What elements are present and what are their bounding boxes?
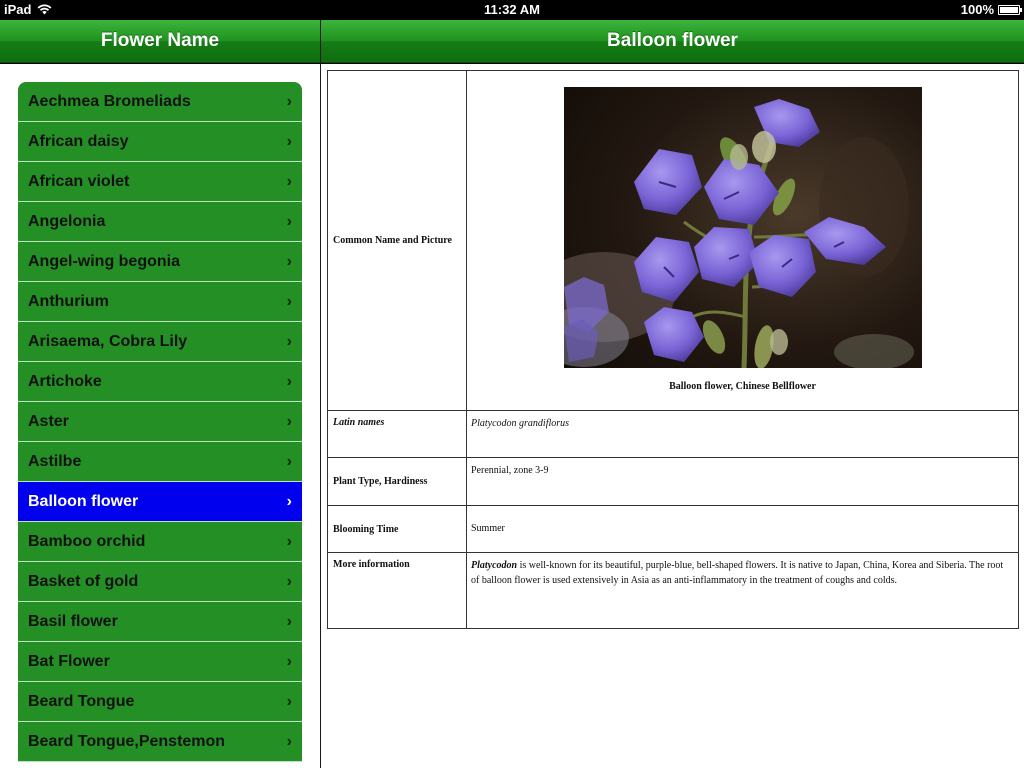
flower-list-pane[interactable]: Aechmea Bromeliads › African daisy › African… [0,64,320,768]
battery-icon [998,4,1022,15]
more-info-label: More information [327,552,467,629]
detail-title: Balloon flower [607,30,738,51]
chevron-right-icon: › [286,612,292,630]
flower-list-item-label: Arisaema, Cobra Lily [28,332,188,350]
chevron-right-icon: › [286,732,292,750]
flower-list-item-label: Beard Tongue [28,692,135,710]
flower-list-item[interactable]: Arisaema, Cobra Lily › [18,322,302,362]
chevron-right-icon: › [286,132,292,150]
table-row-latin: Latin names Platycodon grandiflorus [327,410,1019,458]
chevron-right-icon: › [286,572,292,590]
flower-list-item[interactable]: Beard Tongue › [18,682,302,722]
chevron-right-icon: › [286,172,292,190]
flower-list-item-label: Astilbe [28,452,82,470]
table-row-plant-type: Plant Type, Hardiness Perennial, zone 3-… [327,457,1019,506]
flower-list-item[interactable]: Basket of gold › [18,562,302,602]
chevron-right-icon: › [286,692,292,710]
table-row-blooming-time: Blooming Time Summer [327,505,1019,553]
latin-value-text: Platycodon grandiflorus [471,418,570,429]
flower-list-item-label: Artichoke [28,372,102,390]
chevron-right-icon: › [286,292,292,310]
chevron-right-icon: › [286,92,292,110]
latin-value: Platycodon grandiflorus [466,410,1019,458]
flower-list-item-label: Basket of gold [28,572,139,590]
picture-cell: Balloon flower, Chinese Bellflower [466,70,1019,411]
flower-list-item[interactable]: Artichoke › [18,362,302,402]
flower-list-item[interactable]: Aster › [18,402,302,442]
picture-caption: Balloon flower, Chinese Bellflower [669,381,816,392]
flower-list-item[interactable]: Astilbe › [18,442,302,482]
picture-label: Common Name and Picture [327,70,467,411]
latin-label-text: Latin names [333,417,385,428]
detail-nav-bar: Balloon flower [321,20,1024,63]
flower-list-item-label: Angel-wing begonia [28,252,180,270]
chevron-right-icon: › [286,452,292,470]
flower-list-item-label: Aechmea Bromeliads [28,92,191,110]
flower-info-table: Common Name and Picture Balloon flower, … [327,70,1019,629]
flower-list-item[interactable]: African daisy › [18,122,302,162]
flower-list-item-label: Balloon flower [28,492,139,510]
flower-list-item-label: Angelonia [28,212,106,230]
plant-type-value: Perennial, zone 3-9 [466,457,1019,506]
flower-list-item-label: Bat Flower [28,652,110,670]
table-row-picture: Common Name and Picture Balloon flower, … [327,70,1019,411]
flower-detail-pane: Common Name and Picture Balloon flower, … [321,64,1024,768]
flower-list-item-label: Aster [28,412,69,430]
flower-list: Aechmea Bromeliads › African daisy › African… [18,82,302,762]
blooming-time-label: Blooming Time [327,505,467,553]
flower-list-item[interactable]: Balloon flower › [18,482,302,522]
flower-list-item[interactable]: Basil flower › [18,602,302,642]
flower-list-item[interactable]: Angel-wing begonia › [18,242,302,282]
flower-list-item[interactable]: Anthurium › [18,282,302,322]
battery-level [1000,6,1018,13]
chevron-right-icon: › [286,492,292,510]
status-right: 100% [960,2,1022,17]
latin-label: Latin names [327,410,467,458]
plant-type-label: Plant Type, Hardiness [327,457,467,506]
chevron-right-icon: › [286,652,292,670]
flower-list-item[interactable]: Beard Tongue,Penstemon › [18,722,302,762]
flower-list-item[interactable]: Angelonia › [18,202,302,242]
more-info-text: is well-known for its beautiful, purple-… [471,560,1004,586]
battery-percent: 100% [960,2,994,17]
flower-list-item-label: Bamboo orchid [28,532,146,550]
flower-list-item-label: African violet [28,172,130,190]
master-nav-bar: Flower Name [0,20,320,63]
chevron-right-icon: › [286,372,292,390]
table-row-more-info: More information Platycodon is well-know… [327,552,1019,629]
flower-list-item-label: Basil flower [28,612,118,630]
flower-list-item-label: Beard Tongue,Penstemon [28,732,226,750]
flower-list-item[interactable]: Bamboo orchid › [18,522,302,562]
master-title: Flower Name [100,30,220,51]
balloon-flower-photo [563,87,922,368]
chevron-right-icon: › [286,332,292,350]
status-bar: iPad 11:32 AM 100% [0,0,1024,20]
chevron-right-icon: › [286,212,292,230]
flower-list-item[interactable]: Aechmea Bromeliads › [18,82,302,122]
more-info-lead: Platycodon [471,560,518,571]
more-info-value: Platycodon is well-known for its beautif… [466,552,1019,629]
chevron-right-icon: › [286,252,292,270]
chevron-right-icon: › [286,532,292,550]
chevron-right-icon: › [286,412,292,430]
flower-list-item[interactable]: African violet › [18,162,302,202]
blooming-time-value: Summer [466,505,1019,553]
status-time: 11:32 AM [484,2,540,17]
flower-list-item[interactable]: Bat Flower › [18,642,302,682]
flower-list-item-label: Anthurium [28,292,109,310]
flower-list-item-label: African daisy [28,132,129,150]
